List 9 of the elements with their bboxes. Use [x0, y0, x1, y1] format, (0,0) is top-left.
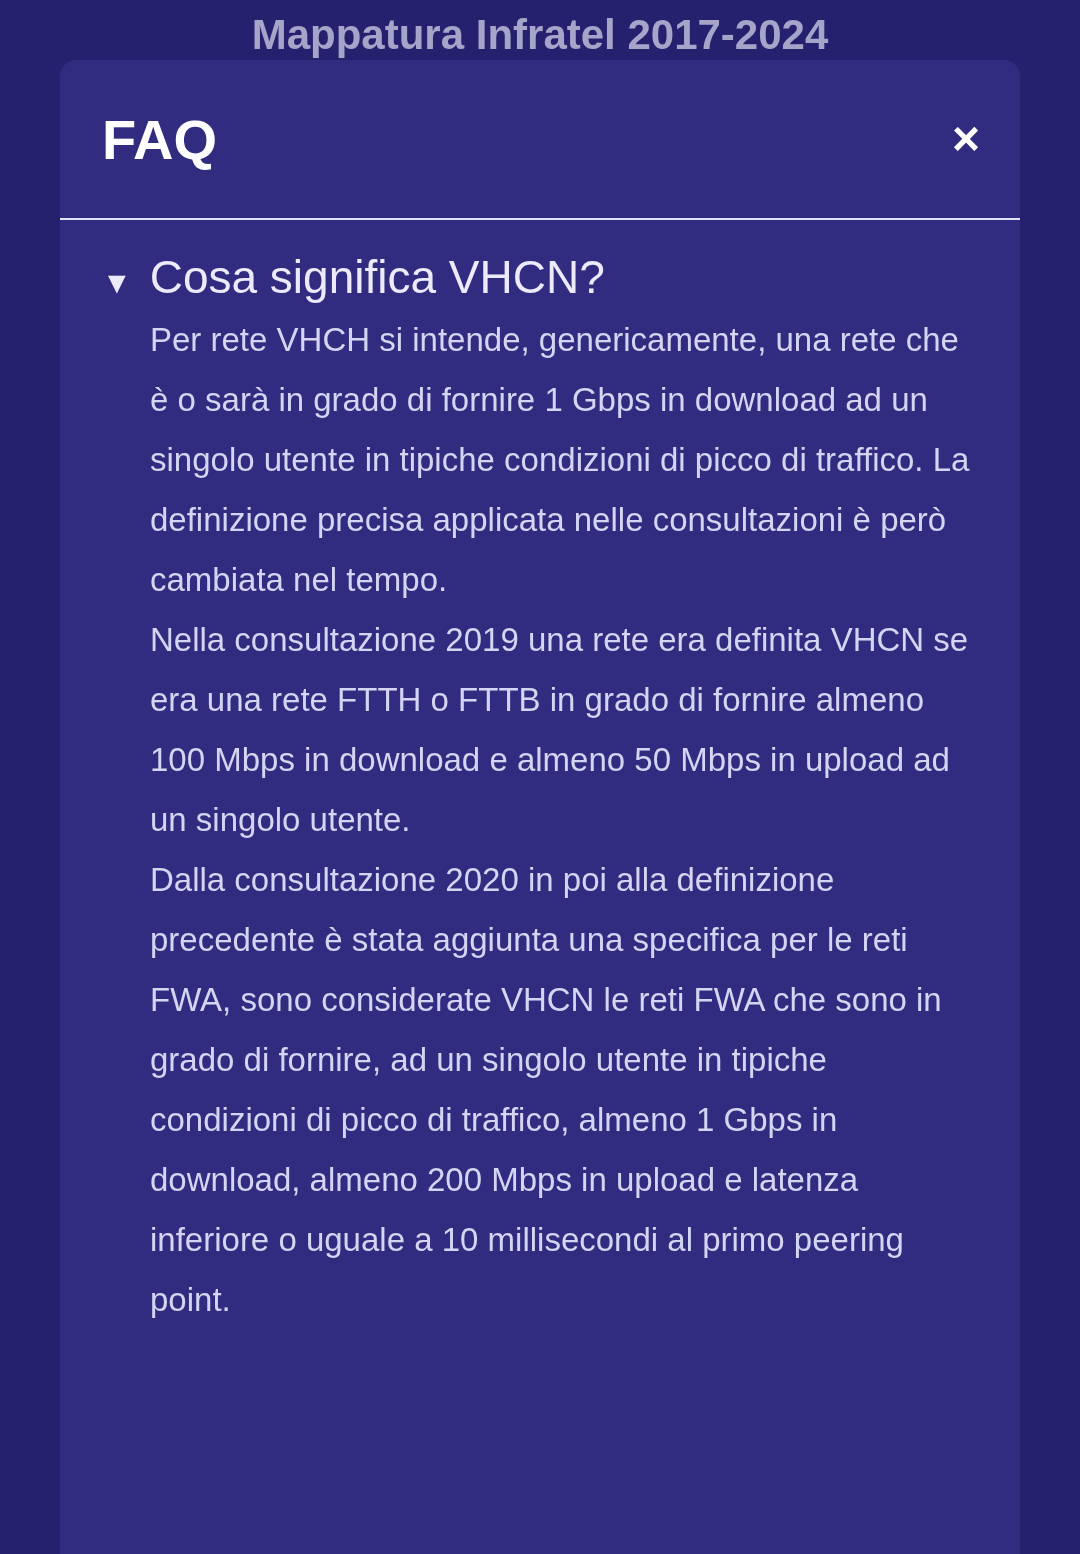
page-title: Mappatura Infratel 2017-2024 [250, 10, 830, 58]
dialog-title: FAQ [102, 106, 218, 172]
disclosure-triangle-icon: ▼ [102, 266, 132, 300]
answer-paragraph: Dalla consultazione 2020 in poi alla definizione precedente è stata aggiunta una specifica per le reti FWA, sono considerate VHCN le reti FWA che sono in grado di fornire, ad un singolo utente in tipiche condizioni di picco di traffico, almeno 1 Gbps in download, almeno 200 Mbps in upload e latenza inferiore o uguale a 10 millisecondi al primo peering point. [150, 860, 943, 1320]
question-text: Cosa significa VHCN? [149, 250, 605, 304]
answer-paragraph: Per rete VHCH si intende, genericamente, una rete che è o sarà in grado di fornire 1 Gbps in download ad un singolo utente in tipiche condizioni di picco di traffico. La definizione precisa applicata nelle consultazioni è però cambiata nel tempo. [150, 320, 971, 600]
close-button[interactable]: × [951, 115, 980, 163]
answer-paragraph: Nella consultazione 2019 una rete era definita VHCN se era una rete FTTH o FTTB in grado di fornire almeno 100 Mbps in download e almeno 50 Mbps in upload ad un singolo utente. [150, 620, 970, 840]
faq-question[interactable]: ▼ Cosa significa VHCN? [102, 250, 980, 304]
